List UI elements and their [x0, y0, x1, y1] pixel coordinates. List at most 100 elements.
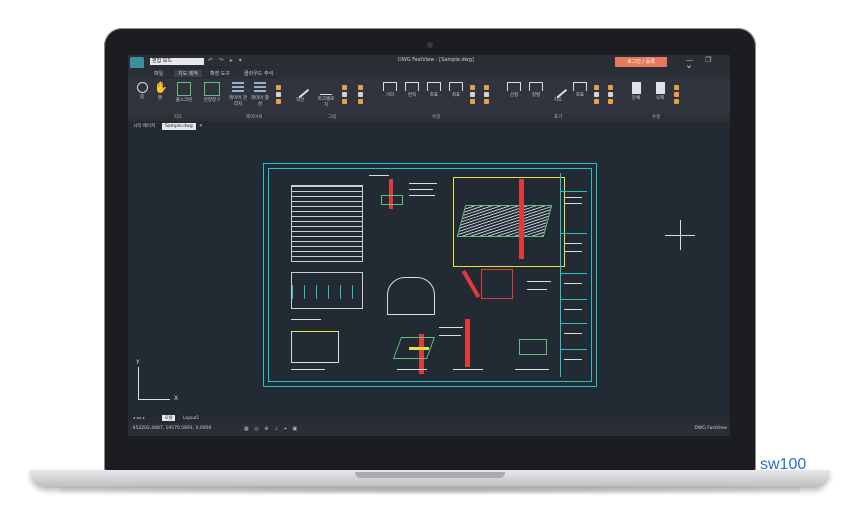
layout-nav-arrows[interactable]: ◂ ◂ ▸ ▸ [130, 415, 148, 421]
layout-tabs: ◂ ◂ ▸ ▸ 모델 Layout1 [128, 414, 730, 422]
layer-active-button[interactable]: 레이어 활성 [250, 82, 270, 107]
tab-sample-dwg[interactable]: Sample.dwg [162, 123, 196, 130]
delete-button[interactable]: 삭제 [650, 82, 670, 101]
status-brand-label: DWG FastView [694, 426, 727, 431]
dim-coordinate-button[interactable]: 좌표 [570, 82, 590, 98]
group-label-measure: 측정 [432, 115, 441, 120]
delete-icon [655, 82, 665, 94]
layer-active-icon [254, 82, 266, 94]
line-button[interactable]: 직선 [290, 79, 310, 103]
coordinate-button[interactable]: 좌표 [424, 82, 444, 98]
menu-extend-tools[interactable]: 확장 도구 [210, 70, 230, 77]
menu-drawing[interactable]: 지도 제작 [174, 70, 202, 77]
coordinate2-button[interactable]: 좌표 [446, 82, 466, 98]
app-screen: 편집 모드 ↶ ↷ ▸ ▾ DWG FastView - [Sample.dwg… [128, 55, 730, 436]
menu-cloud-annotation[interactable]: 클라우드 주석 [244, 70, 273, 77]
tab-model[interactable]: 모델 [162, 415, 176, 421]
markup-icon [320, 82, 332, 95]
footing-detail [381, 195, 403, 205]
ucs-x-label: X [174, 395, 179, 402]
note-line [439, 335, 461, 336]
pan-button[interactable]: ✋ 팬 [150, 81, 170, 102]
fullscreen-icon [177, 82, 191, 96]
zoom-button[interactable]: 줌 [132, 82, 152, 100]
ribbon-toolbar: 줌 ✋ 팬 풀스크린 안말창구 레이어 관리자 레이어 활성 직선 마크텔로지 거… [128, 79, 730, 114]
arch-frame-drawing [387, 277, 435, 315]
login-register-button[interactable]: 로그인 / 등록 [615, 57, 667, 67]
ucs-axis-icon: Y X [136, 359, 179, 402]
drawing-canvas[interactable]: Y X [128, 131, 730, 414]
leader-icon [548, 79, 568, 99]
dim-coordinate-icon [573, 82, 587, 91]
title-bar: 편집 모드 ↶ ↷ ▸ ▾ DWG FastView - [Sample.dwg… [128, 55, 730, 72]
menu-file[interactable]: 파일 [154, 70, 163, 77]
aligned-dim-button[interactable]: 정렬 [526, 82, 546, 98]
base-shadow [60, 486, 800, 494]
markup-button[interactable]: 마크텔로지 [316, 82, 336, 108]
close-tab-icon[interactable]: ✕ [196, 123, 206, 130]
watermark-text: sw100 [760, 456, 807, 473]
ribbon-mini-tools-5[interactable] [484, 83, 494, 106]
copy-icon [631, 82, 641, 94]
connection-detail [392, 337, 436, 359]
note-line [527, 281, 551, 282]
quick-access-icons[interactable]: ↶ ↷ ▸ ▾ [208, 57, 244, 64]
tab-start-page[interactable]: 시작 페이지 [130, 123, 158, 130]
linear-dim-icon [507, 82, 521, 91]
note-line [409, 195, 435, 196]
cursor-crosshair-vertical [680, 220, 681, 250]
ribbon-mini-tools-2[interactable] [342, 83, 352, 106]
fullscreen-button[interactable]: 풀스크린 [174, 82, 194, 103]
note-line [369, 175, 389, 176]
status-bar: -453202.4487, 19570.5891, 0.0000 ▦ ◎ ⊕ ⊥… [128, 423, 730, 436]
title-block [560, 173, 587, 377]
laptop-notch [355, 472, 505, 478]
ribbon-mini-tools-7[interactable] [608, 83, 618, 106]
frame-section-drawing [291, 331, 339, 363]
camera-dot [427, 42, 433, 48]
ucs-y-label: Y [136, 359, 140, 366]
group-label-modify: 수정 [652, 115, 661, 120]
line-icon [290, 79, 310, 99]
note-line [409, 189, 433, 190]
note-line [397, 369, 427, 370]
pan-hand-icon: ✋ [154, 81, 168, 94]
red-brace [461, 270, 481, 298]
leader-button[interactable]: 지도 [548, 79, 568, 103]
ribbon-group-labels: 지도 레이어로 그림 측정 표기 수정 [128, 114, 730, 121]
area-button[interactable]: 면적 [402, 82, 422, 98]
group-label-draw: 그림 [328, 115, 337, 120]
aligned-dim-icon [529, 82, 543, 91]
coordinate-readout: -453202.4487, 19570.5891, 0.0000 [131, 426, 212, 431]
document-tabs: 시작 페이지 Sample.dwg ✕ [128, 122, 730, 131]
note-line [453, 369, 483, 370]
group-label-annotate: 표기 [554, 115, 563, 120]
window-title: DWG FastView - [Sample.dwg] [398, 57, 474, 63]
coordinate2-icon [449, 82, 463, 91]
base-plate-detail [519, 339, 547, 355]
elevation-drawing [291, 185, 363, 262]
window-button[interactable]: 안말창구 [202, 82, 222, 103]
status-toggle-icons[interactable]: ▦ ◎ ⊕ ⊥ ⌖ ▣ [244, 426, 299, 432]
copy-button[interactable]: 문채 [626, 82, 646, 101]
drawing-border [268, 168, 592, 382]
distance-button[interactable]: 거리 [380, 82, 400, 98]
ribbon-mini-tools-6[interactable] [594, 83, 604, 106]
ribbon-mini-tools-3[interactable] [358, 83, 368, 106]
section-drawing [291, 272, 363, 309]
ribbon-mini-tools-8[interactable] [674, 83, 684, 106]
menu-bar: 파일 지도 제작 확장 도구 클라우드 주석 [128, 68, 730, 79]
ribbon-mini-tools-4[interactable] [470, 83, 480, 106]
distance-icon [383, 82, 397, 91]
coordinate-icon [427, 82, 441, 91]
layer-manager-button[interactable]: 레이어 관리자 [228, 82, 248, 107]
tab-layout1[interactable]: Layout1 [180, 415, 202, 421]
roof-detail-drawing [456, 205, 553, 237]
layer-manager-icon [232, 82, 244, 94]
drawing-sheet [263, 163, 597, 387]
quick-access-mode-select[interactable]: 편집 모드 [150, 58, 204, 65]
window-icon [204, 82, 220, 96]
ribbon-mini-tools-1[interactable] [276, 83, 286, 106]
linear-dim-button[interactable]: 선형 [504, 82, 524, 98]
area-icon [405, 82, 419, 91]
